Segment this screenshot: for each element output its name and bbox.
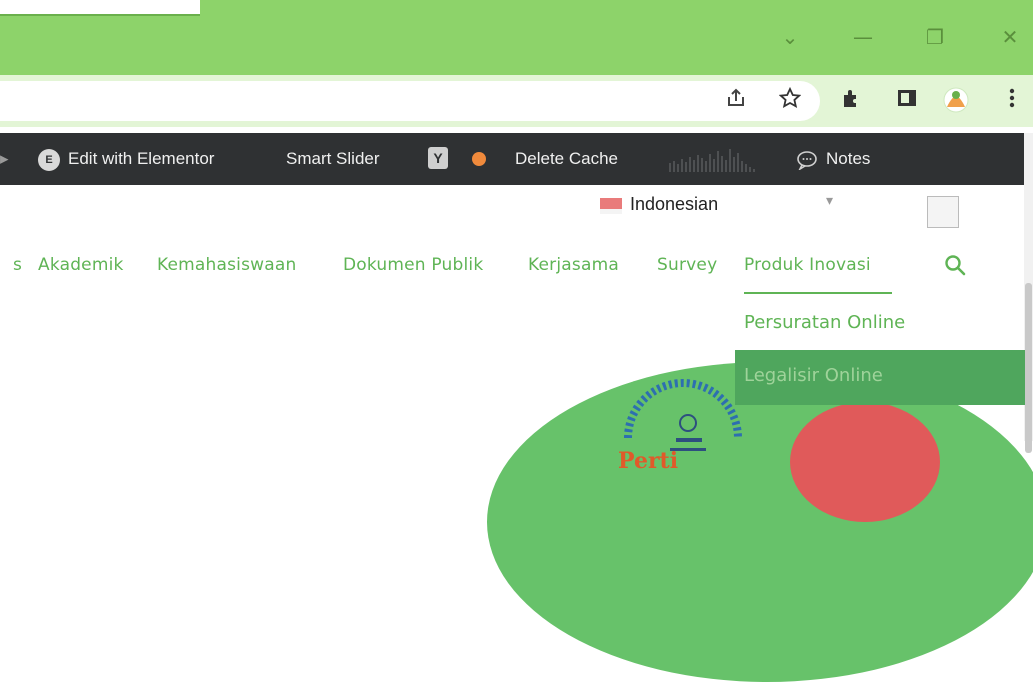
search-icon[interactable]: [942, 252, 968, 278]
language-selector[interactable]: Indonesian ▾: [588, 186, 850, 224]
nav-item-kemahasiswaan[interactable]: Kemahasiswaan: [157, 255, 296, 275]
star-icon[interactable]: [776, 86, 804, 115]
indonesia-flag-icon: [600, 198, 622, 214]
minimize-button[interactable]: —: [843, 22, 883, 52]
browser-title-bar: ⌄ — ❐ ✕: [0, 0, 1033, 75]
extensions-icon[interactable]: [838, 87, 866, 115]
side-panel-icon[interactable]: [893, 87, 921, 115]
browser-toolbar: [0, 75, 1033, 127]
smart-slider-link[interactable]: Smart Slider: [286, 133, 380, 185]
dropdown-item-persuratan-online[interactable]: Persuratan Online: [744, 312, 905, 333]
close-button[interactable]: ✕: [990, 22, 1030, 52]
yoast-seo-icon[interactable]: Y: [428, 147, 448, 169]
speech-bubble-icon: [797, 150, 817, 171]
share-icon[interactable]: [722, 87, 750, 115]
campus-badge-icon: Perti: [618, 379, 742, 474]
nav-item-akademik[interactable]: Akademik: [38, 255, 124, 275]
elementor-icon: E: [38, 148, 60, 171]
tab-search-chevron-icon[interactable]: ⌄: [770, 22, 810, 52]
address-bar[interactable]: [0, 81, 820, 121]
notes-link[interactable]: Notes: [796, 133, 870, 185]
menu-icon[interactable]: [998, 87, 1026, 115]
main-navigation: s Akademik Kemahasiswaan Dokumen Publik …: [0, 255, 940, 285]
nav-item-kerjasama[interactable]: Kerjasama: [528, 255, 619, 275]
nav-item-dokumen-publik[interactable]: Dokumen Publik: [343, 255, 483, 275]
browser-tab[interactable]: [0, 0, 200, 16]
page-scrollbar[interactable]: [1024, 133, 1033, 453]
svg-text:Perti: Perti: [618, 448, 678, 474]
nav-item-survey[interactable]: Survey: [657, 255, 717, 275]
language-label: Indonesian: [630, 194, 719, 214]
nav-item-partial[interactable]: s: [13, 255, 22, 275]
hero-red-shape: [790, 402, 940, 522]
stats-sparkline-icon[interactable]: [666, 145, 758, 173]
dropdown-caret-icon: ▾: [826, 192, 834, 208]
hero-graphic: [487, 362, 1033, 682]
avatar[interactable]: [927, 196, 959, 228]
admin-bar-overflow: ▸: [0, 149, 9, 168]
dropdown-item-legalisir-online[interactable]: Legalisir Online: [744, 365, 883, 386]
restore-button[interactable]: ❐: [915, 22, 955, 52]
scrollbar-thumb[interactable]: [1025, 283, 1032, 453]
edit-with-elementor-link[interactable]: E Edit with Elementor: [38, 133, 214, 185]
profile-icon[interactable]: [942, 87, 970, 115]
wp-admin-bar: ▸ E Edit with Elementor Smart Slider Y De…: [0, 133, 1033, 185]
seo-status-dot: [472, 152, 486, 166]
delete-cache-link[interactable]: Delete Cache: [515, 133, 618, 185]
active-nav-underline: [744, 292, 892, 294]
edit-with-elementor-label: Edit with Elementor: [68, 149, 215, 168]
notes-label: Notes: [826, 149, 871, 168]
nav-item-produk-inovasi[interactable]: Produk Inovasi: [744, 255, 871, 275]
